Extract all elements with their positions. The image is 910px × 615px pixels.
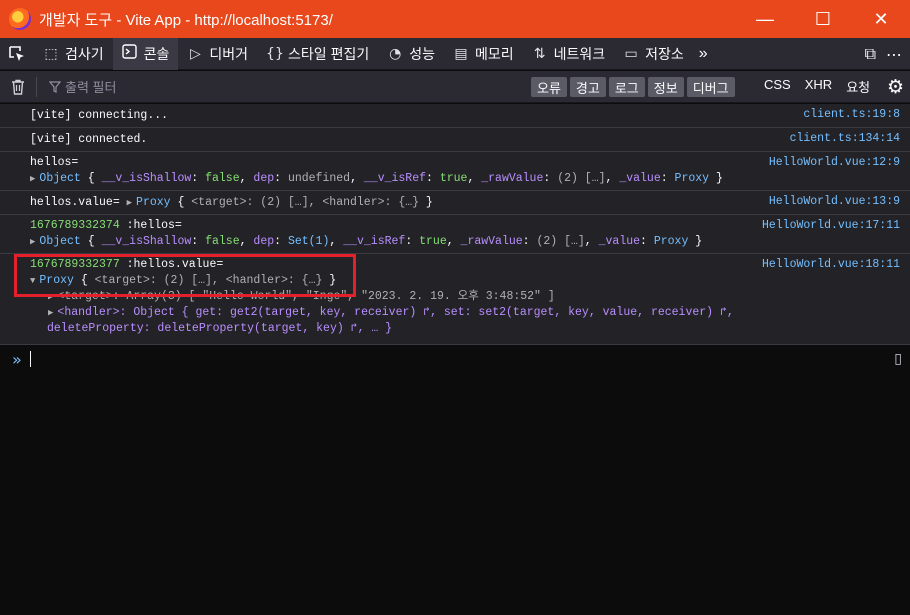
tab-network[interactable]: ⇅ 네트워크 xyxy=(523,38,615,70)
expand-triangle-icon[interactable]: ▶ xyxy=(127,198,132,208)
divider xyxy=(36,76,37,97)
console-message: 1676789332374 :hellos= ▶ Object { __v_isS… xyxy=(0,215,910,254)
toolbar-right: ⧉ ⋯ xyxy=(865,38,910,70)
window-titlebar: 개발자 도구 - Vite App - http://localhost:517… xyxy=(0,0,910,38)
object-preview[interactable]: ▼ Proxy { <target>: (2) […], <handler>: {… xyxy=(30,273,910,289)
text-caret xyxy=(29,351,31,367)
source-link[interactable]: HelloWorld.vue:12:9 xyxy=(769,156,900,169)
object-preview[interactable]: ▶ Object { __v_isShallow: false, dep: und… xyxy=(30,171,910,187)
element-picker-button[interactable] xyxy=(0,38,34,70)
minimize-button[interactable]: — xyxy=(736,0,794,38)
filter-icon xyxy=(49,80,61,93)
console-input[interactable]: » ▯ xyxy=(0,345,910,373)
console-output: [vite] connecting... client.ts:19:8 [vit… xyxy=(0,104,910,345)
tab-storage[interactable]: ▭ 저장소 xyxy=(614,38,693,70)
console-message: hellos.value= ▶ Proxy { <target>: (2) […]… xyxy=(0,191,910,215)
tab-inspector[interactable]: ⬚ 검사기 xyxy=(34,38,113,70)
trash-icon xyxy=(12,79,24,95)
performance-icon: ◔ xyxy=(389,45,402,62)
more-tabs-button[interactable]: » xyxy=(693,38,714,70)
handler-entry[interactable]: ▶ <handler>: Object { get: get2(target, k… xyxy=(30,305,910,321)
message-text: [vite] connected. xyxy=(30,133,148,146)
element-picker-icon xyxy=(9,45,24,61)
tab-label: 검사기 xyxy=(65,45,104,62)
devtools-toolbar: ⬚ 검사기 콘솔 ▷ 디버거 {} 스타일 편집기 ◔ 성능 ▤ 메모리 ⇅ 네… xyxy=(0,37,910,70)
style-editor-icon: {} xyxy=(266,45,284,62)
window-controls: — ☐ ✕ xyxy=(736,0,910,38)
tab-label: 성능 xyxy=(409,45,435,62)
console-message: [vite] connected. client.ts:134:14 xyxy=(0,128,910,152)
filter-output-input[interactable]: 출력 필터 xyxy=(49,77,519,96)
expand-triangle-icon[interactable]: ▶ xyxy=(30,174,35,184)
level-warning-button[interactable]: 경고 xyxy=(569,77,606,97)
level-error-button[interactable]: 오류 xyxy=(531,77,567,97)
level-log-button[interactable]: 로그 xyxy=(608,77,645,97)
debugger-icon: ▷ xyxy=(190,45,201,62)
level-debug-button[interactable]: 디버그 xyxy=(686,77,735,97)
requests-filter-button[interactable]: 요청 xyxy=(846,77,870,96)
storage-icon: ▭ xyxy=(624,45,638,62)
collapse-triangle-icon[interactable]: ▼ xyxy=(30,276,35,286)
handler-entry-continued: deleteProperty: deleteProperty(target, k… xyxy=(47,322,393,335)
network-icon: ⇅ xyxy=(533,45,546,62)
memory-icon: ▤ xyxy=(454,45,468,62)
console-filterbar: 출력 필터 오류 경고 로그 정보 디버그 CSS XHR 요청 ⚙ xyxy=(0,71,910,103)
prompt-chevron-icon: » xyxy=(12,349,22,369)
console-message: hellos= ▶ Object { __v_isShallow: false, … xyxy=(0,152,910,191)
menu-icon[interactable]: ⋯ xyxy=(886,45,902,64)
tab-memory[interactable]: ▤ 메모리 xyxy=(444,38,523,70)
window-title: 개발자 도구 - Vite App - http://localhost:517… xyxy=(39,11,333,29)
source-link[interactable]: client.ts:134:14 xyxy=(790,132,900,145)
close-button[interactable]: ✕ xyxy=(852,0,910,38)
tab-label: 네트워크 xyxy=(553,45,606,62)
console-message: [vite] connecting... client.ts:19:8 xyxy=(0,104,910,128)
tab-performance[interactable]: ◔ 성능 xyxy=(378,38,444,70)
css-filter-button[interactable]: CSS xyxy=(764,77,791,96)
tab-console[interactable]: 콘솔 xyxy=(112,37,179,70)
expand-triangle-icon[interactable]: ▶ xyxy=(48,292,53,302)
level-filter-buttons: 오류 경고 로그 정보 디버그 xyxy=(531,77,735,97)
tab-style-editor[interactable]: {} 스타일 편집기 xyxy=(257,38,378,70)
inspector-icon: ⬚ xyxy=(44,45,58,62)
expand-triangle-icon[interactable]: ▶ xyxy=(48,308,53,318)
xhr-filter-button[interactable]: XHR xyxy=(805,77,832,96)
type-filter-buttons: CSS XHR 요청 xyxy=(764,77,870,96)
tab-label: 저장소 xyxy=(645,45,684,62)
sidebar-toggle-icon[interactable]: ▯ xyxy=(894,351,902,367)
tab-label: 디버거 xyxy=(209,45,249,62)
firefox-logo-icon xyxy=(9,8,31,30)
object-preview[interactable]: ▶ Object { __v_isShallow: false, dep: Set… xyxy=(30,234,910,250)
source-link[interactable]: HelloWorld.vue:17:11 xyxy=(762,219,900,232)
expand-triangle-icon[interactable]: ▶ xyxy=(30,237,35,247)
tab-label: 콘솔 xyxy=(143,45,170,62)
console-message: 1676789332377 :hellos.value= ▼ Proxy { <t… xyxy=(0,254,910,345)
source-link[interactable]: client.ts:19:8 xyxy=(803,108,900,121)
tab-label: 메모리 xyxy=(474,45,514,62)
clear-console-button[interactable] xyxy=(0,79,36,95)
tab-label: 스타일 편집기 xyxy=(288,45,370,62)
console-icon xyxy=(122,44,138,63)
source-link[interactable]: HelloWorld.vue:13:9 xyxy=(769,195,900,208)
dock-icon[interactable]: ⧉ xyxy=(865,44,876,64)
level-info-button[interactable]: 정보 xyxy=(647,77,684,97)
maximize-button[interactable]: ☐ xyxy=(794,0,852,38)
tab-debugger[interactable]: ▷ 디버거 xyxy=(178,38,257,70)
message-text: [vite] connecting... xyxy=(30,109,169,122)
target-entry[interactable]: ▶ <target>: Array(3) [ "Hello World", "In… xyxy=(30,289,910,305)
gear-icon[interactable]: ⚙ xyxy=(887,76,904,98)
filter-placeholder: 출력 필터 xyxy=(65,80,117,95)
source-link[interactable]: HelloWorld.vue:18:11 xyxy=(762,258,900,271)
